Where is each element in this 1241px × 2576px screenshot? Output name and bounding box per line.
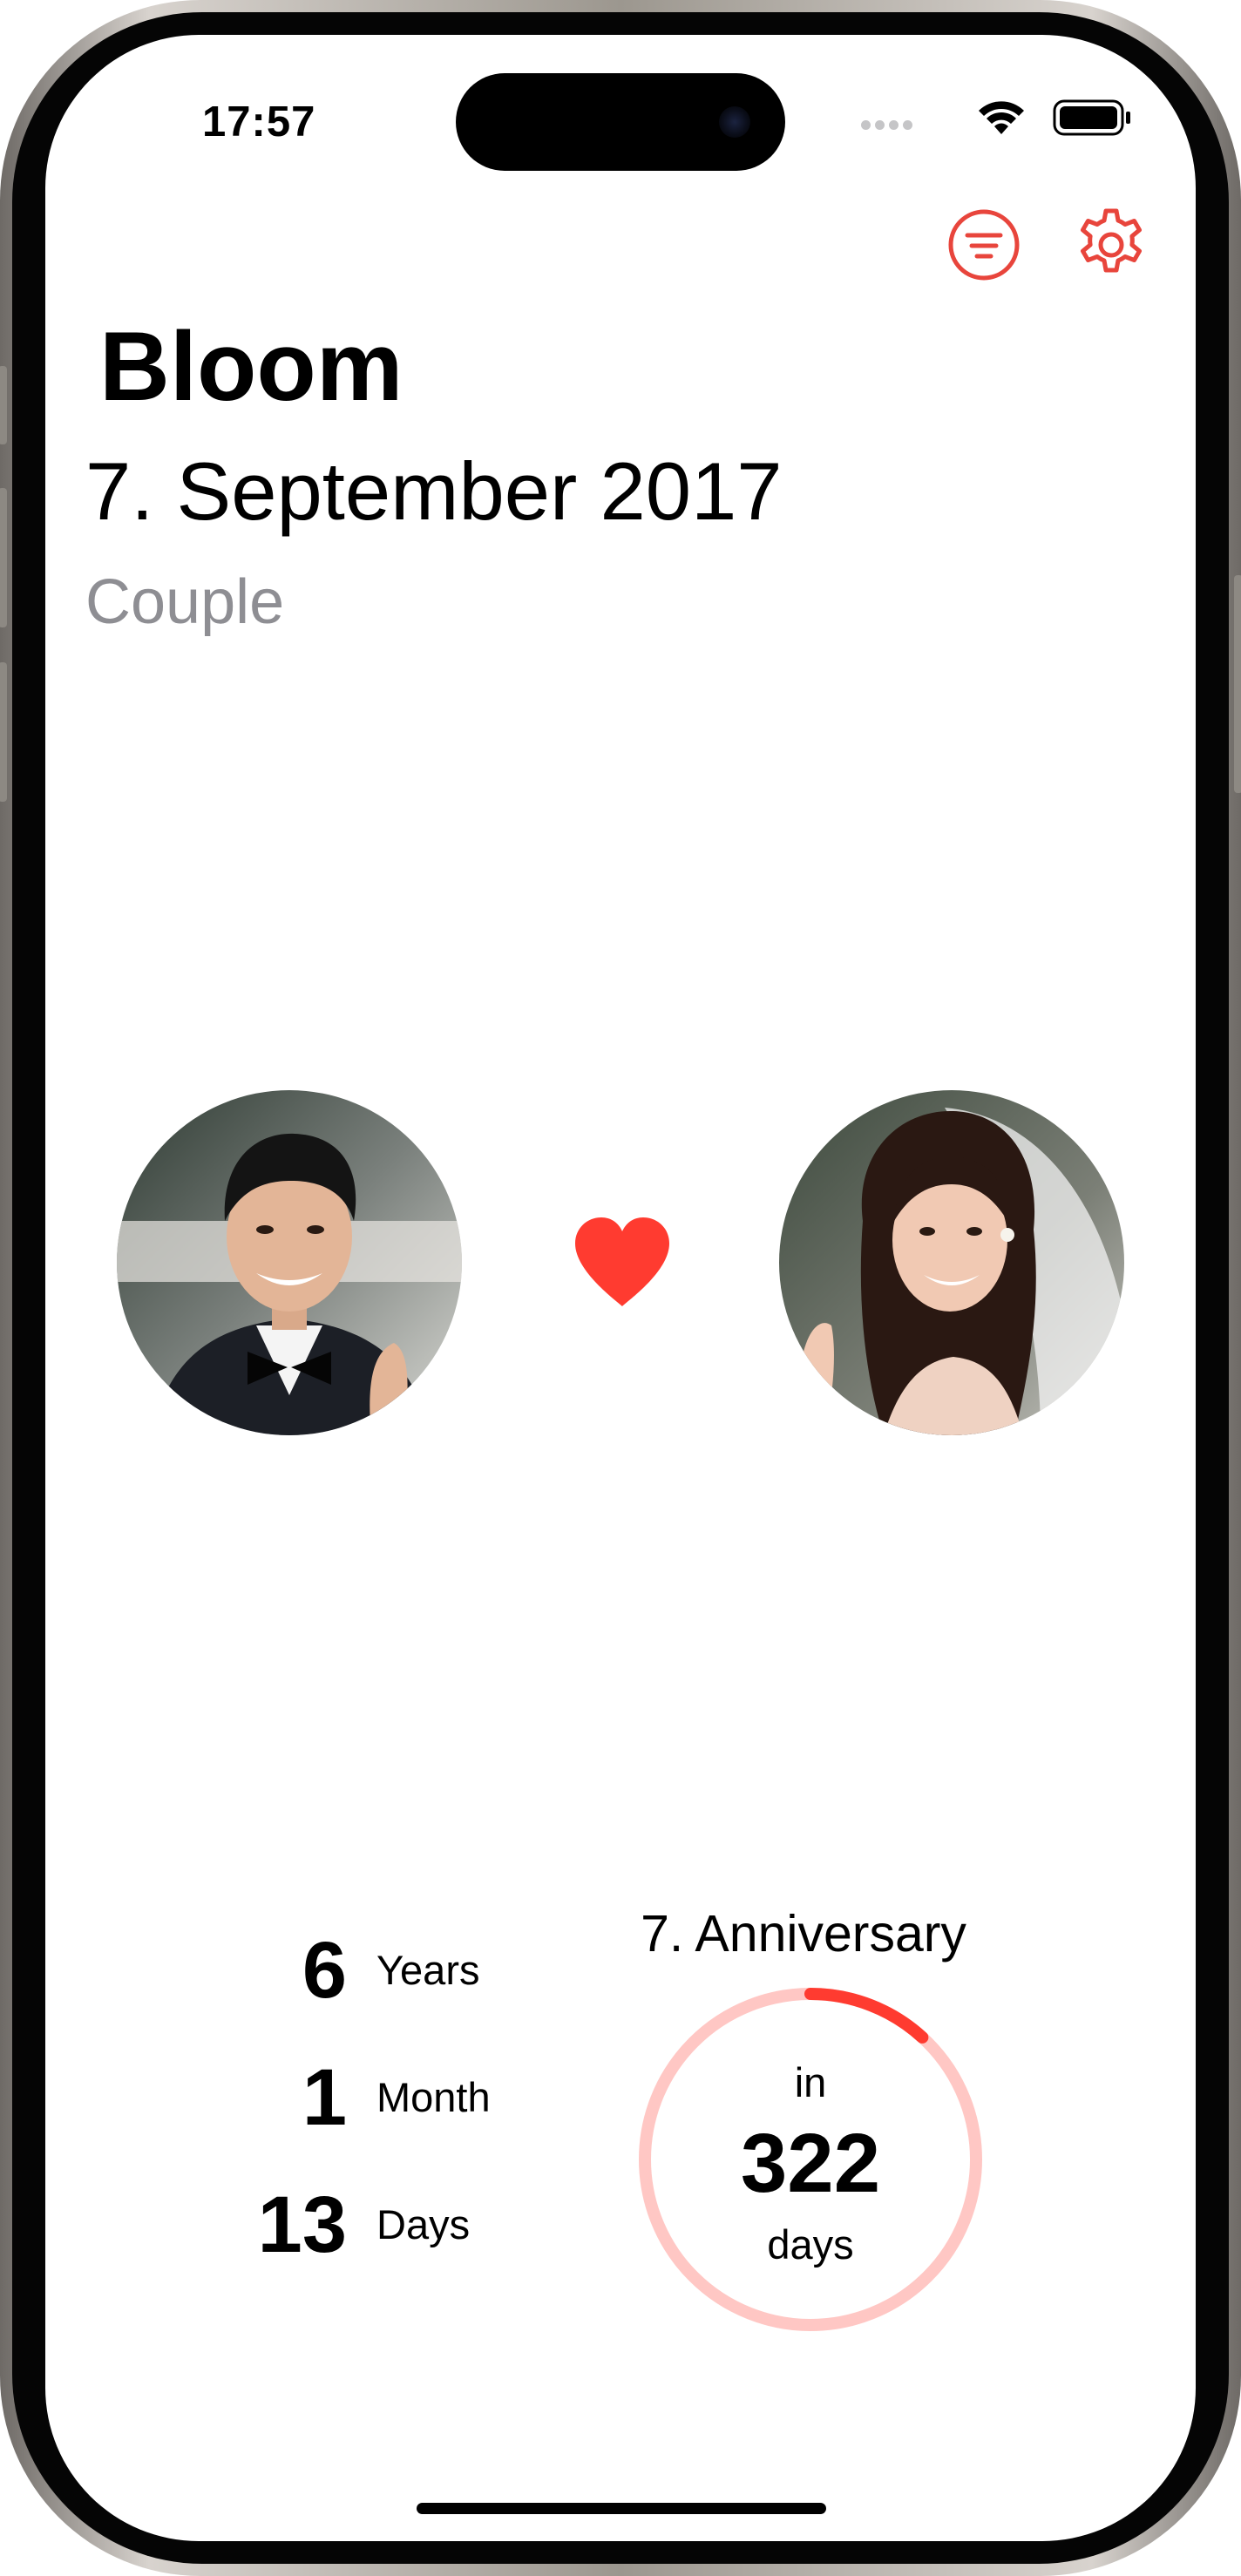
battery-icon [1053, 99, 1130, 136]
bride-photo [779, 1090, 1124, 1435]
cellular-signal-icon [861, 119, 917, 134]
volume-down-button [0, 662, 7, 802]
settings-button[interactable] [1072, 206, 1150, 284]
left-avatar[interactable] [117, 1090, 462, 1435]
filter-button[interactable] [946, 207, 1021, 282]
heart-icon [575, 1217, 669, 1306]
days-value: 13 [257, 2180, 347, 2269]
wifi-icon [979, 101, 1024, 134]
months-value: 1 [302, 2053, 347, 2142]
home-indicator[interactable] [417, 2503, 826, 2514]
app-screen: 17:57 Bloom 7. September 2017 Couple 6 Y… [45, 35, 1196, 2541]
groom-photo [117, 1090, 462, 1435]
relationship-start-date: 7. September 2017 [85, 445, 783, 537]
right-avatar[interactable] [779, 1090, 1124, 1435]
years-value: 6 [302, 1926, 347, 2015]
relationship-type-label: Couple [85, 567, 285, 637]
power-button [1234, 575, 1241, 793]
front-camera [719, 106, 750, 138]
years-label: Years [376, 1947, 480, 1993]
app-title: Bloom [99, 312, 403, 421]
countdown-suffix: days [767, 2221, 854, 2268]
dynamic-island [456, 73, 785, 171]
list-circle-icon [948, 209, 1020, 281]
months-label: Month [376, 2074, 491, 2120]
status-time: 17:57 [202, 98, 316, 146]
action-button [0, 366, 7, 444]
countdown-days-value: 322 [740, 2117, 881, 2210]
volume-up-button [0, 488, 7, 627]
status-icons [861, 98, 1140, 150]
days-label: Days [376, 2201, 471, 2247]
countdown-prefix: in [794, 2059, 827, 2105]
gear-icon [1081, 208, 1142, 273]
anniversary-title: 7. Anniversary [641, 1905, 966, 1963]
